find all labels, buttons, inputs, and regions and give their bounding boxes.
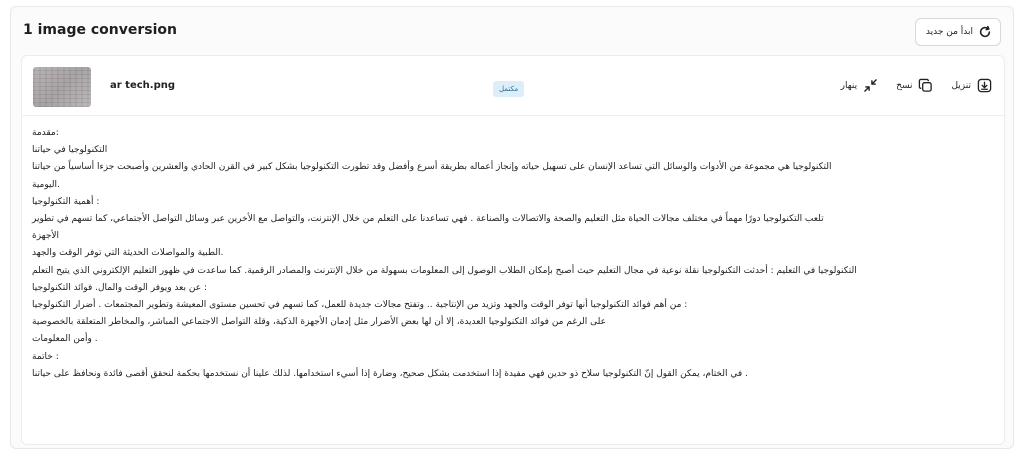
- image-thumbnail: [33, 67, 91, 107]
- text-line: : من أهم فوائد التكنولوجيا أنها توفر الو…: [32, 300, 688, 311]
- file-card: ar tech.png مكتمل ينهار نسخ تنزيل:مقدمة…: [21, 55, 1005, 445]
- restart-label: ابدأ من جديد: [925, 27, 973, 37]
- copy-label: نسخ: [896, 80, 913, 91]
- text-line: تلعب التكنولوجيا دورًا مهماً في مختلف مج…: [32, 214, 824, 225]
- panel-title: 1 image conversion: [23, 22, 177, 38]
- text-line: الأجهزة: [32, 231, 60, 242]
- text-line: : خاتمة: [32, 351, 59, 362]
- text-line: : أهمية التكنولوجيا: [32, 196, 100, 207]
- status-badge: مكتمل: [493, 81, 525, 97]
- download-icon: [977, 78, 992, 93]
- file-name: ar tech.png: [110, 80, 176, 91]
- extracted-text: :مقدمة التكنولوجيا في حياتنا التكنولوجيا…: [32, 125, 998, 383]
- download-label: تنزيل: [951, 80, 971, 91]
- refresh-icon: [978, 25, 992, 39]
- restart-button[interactable]: ابدأ من جديد: [914, 18, 1001, 46]
- file-row: ar tech.png مكتمل ينهار نسخ تنزيل: [22, 56, 1004, 116]
- copy-icon: [918, 78, 933, 93]
- text-line: : عن بعد ويوفر الوقت والمال. فوائد التكن…: [32, 282, 207, 293]
- text-line: التكنولوجيا في حياتنا: [32, 145, 108, 156]
- expand-button[interactable]: ينهار: [841, 78, 878, 93]
- text-line: على الرغم من فوائد التكنولوجيا العديدة، …: [32, 317, 606, 328]
- text-line: . في الختام، يمكن القول إنّ التكنولوجيا …: [32, 368, 748, 379]
- expand-label: ينهار: [840, 80, 858, 91]
- file-actions: ينهار نسخ تنزيل: [841, 78, 992, 93]
- page: 1 image conversion ابدأ من جديد ar tech.…: [0, 0, 1024, 449]
- collapse-arrows-icon: [863, 78, 878, 93]
- text-line: . وأمن المعلومات: [32, 334, 98, 345]
- download-button[interactable]: تنزيل: [951, 78, 992, 93]
- text-line: التكنولوجيا في التعليم : أحدثت التكنولوج…: [32, 265, 857, 276]
- panel-header: 1 image conversion ابدأ من جديد: [11, 7, 1013, 55]
- text-line: .اليومية: [32, 179, 60, 190]
- text-line: التكنولوجيا هي مجموعة من الأدوات والوسائ…: [32, 162, 832, 173]
- copy-button[interactable]: نسخ: [896, 78, 933, 93]
- text-line: .الطبية والمواصلات الحديثة التي توفر الو…: [32, 248, 224, 259]
- conversion-panel: 1 image conversion ابدأ من جديد ar tech.…: [10, 6, 1014, 449]
- text-line: :مقدمة: [32, 128, 59, 138]
